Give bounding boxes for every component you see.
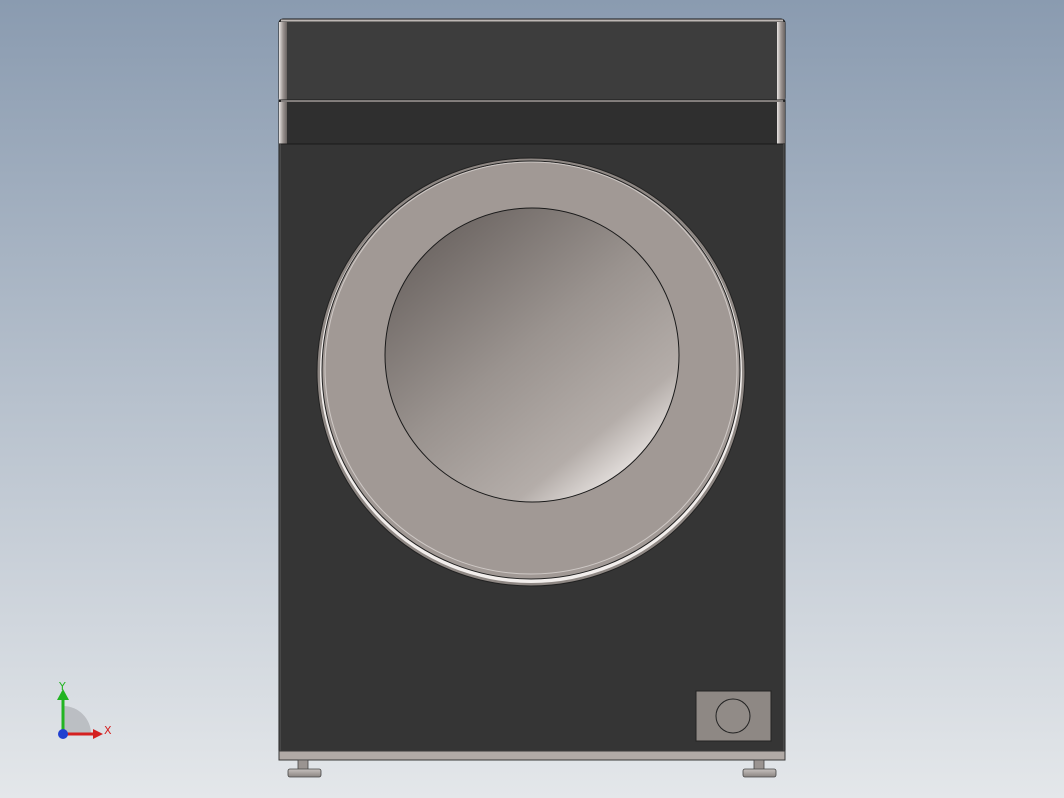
washing-machine-model[interactable] xyxy=(278,18,786,778)
triad-x-label: X xyxy=(104,724,112,737)
base-plate xyxy=(278,750,786,761)
top-panel xyxy=(278,18,786,103)
z-axis-origin-icon xyxy=(58,729,68,739)
door-glass xyxy=(384,207,680,503)
filter-cap xyxy=(715,698,751,734)
filter-access-panel xyxy=(695,690,772,742)
triad-y-label: Y xyxy=(58,680,66,693)
control-panel-strip xyxy=(278,99,786,145)
graphics-viewport[interactable]: Y X xyxy=(0,0,1064,798)
